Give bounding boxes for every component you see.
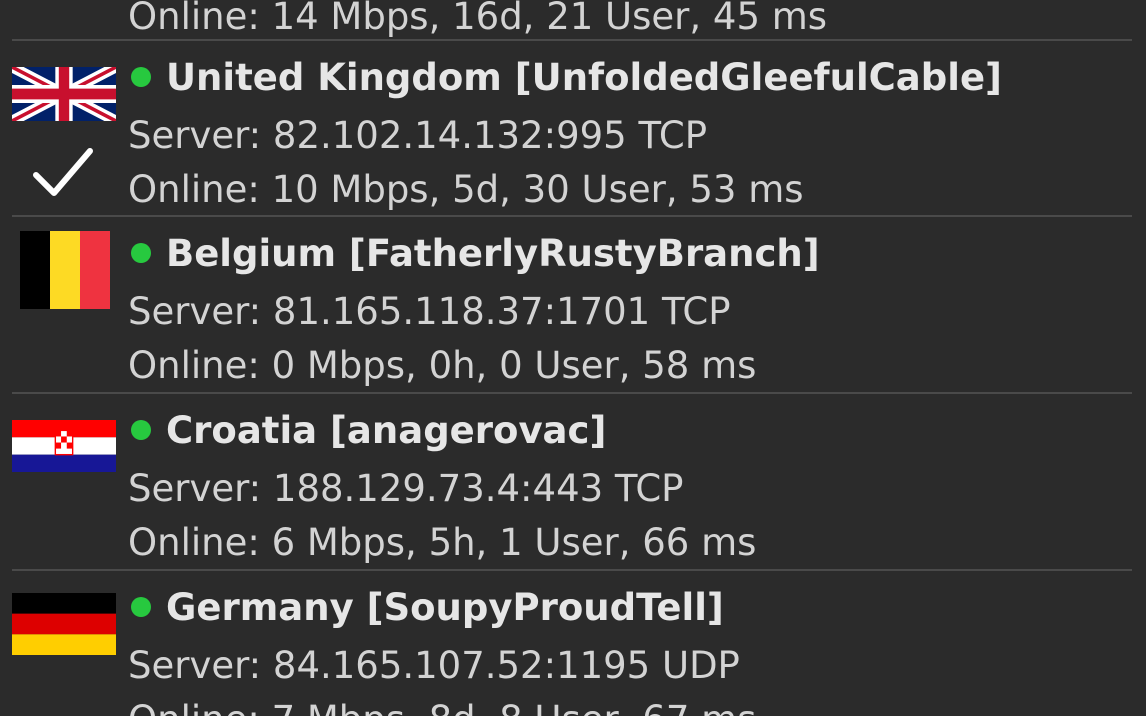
vpn-server-list: Online: 14 Mbps, 16d, 21 User, 45 ms Uni… [0, 0, 1146, 716]
server-address: Server: 84.165.107.52:1195 UDP [128, 644, 740, 687]
server-address: Server: 82.102.14.132:995 TCP [128, 114, 708, 157]
server-row-partial[interactable]: Online: 14 Mbps, 16d, 21 User, 45 ms [0, 0, 1146, 35]
server-title: Germany [SoupyProudTell] [166, 586, 724, 629]
online-status-dot [131, 420, 151, 440]
belgium-flag-icon [20, 231, 110, 309]
server-online-stats: Online: 14 Mbps, 16d, 21 User, 45 ms [128, 0, 828, 38]
server-title: Belgium [FatherlyRustyBranch] [166, 232, 820, 275]
germany-flag-icon [12, 593, 116, 655]
server-online-stats: Online: 0 Mbps, 0h, 0 User, 58 ms [128, 344, 757, 387]
server-row-croatia[interactable]: Croatia [anagerovac] Server: 188.129.73.… [0, 394, 1146, 570]
server-row-belgium[interactable]: Belgium [FatherlyRustyBranch] Server: 81… [0, 217, 1146, 393]
server-title: Croatia [anagerovac] [166, 409, 607, 452]
online-status-dot [131, 597, 151, 617]
server-address: Server: 81.165.118.37:1701 TCP [128, 290, 731, 333]
server-address: Server: 188.129.73.4:443 TCP [128, 467, 684, 510]
online-status-dot [131, 243, 151, 263]
server-online-stats: Online: 10 Mbps, 5d, 30 User, 53 ms [128, 168, 804, 211]
server-row-germany[interactable]: Germany [SoupyProudTell] Server: 84.165.… [0, 571, 1146, 716]
server-online-stats: Online: 6 Mbps, 5h, 1 User, 66 ms [128, 521, 757, 564]
online-status-dot [131, 67, 151, 87]
selected-checkmark-icon [30, 145, 96, 199]
server-online-stats: Online: 7 Mbps, 8d, 8 User, 67 ms [128, 701, 756, 716]
server-row-united-kingdom[interactable]: United Kingdom [UnfoldedGleefulCable] Se… [0, 41, 1146, 217]
croatia-flag-icon [12, 420, 116, 472]
server-title: United Kingdom [UnfoldedGleefulCable] [166, 56, 1002, 99]
uk-flag-icon [12, 67, 116, 121]
